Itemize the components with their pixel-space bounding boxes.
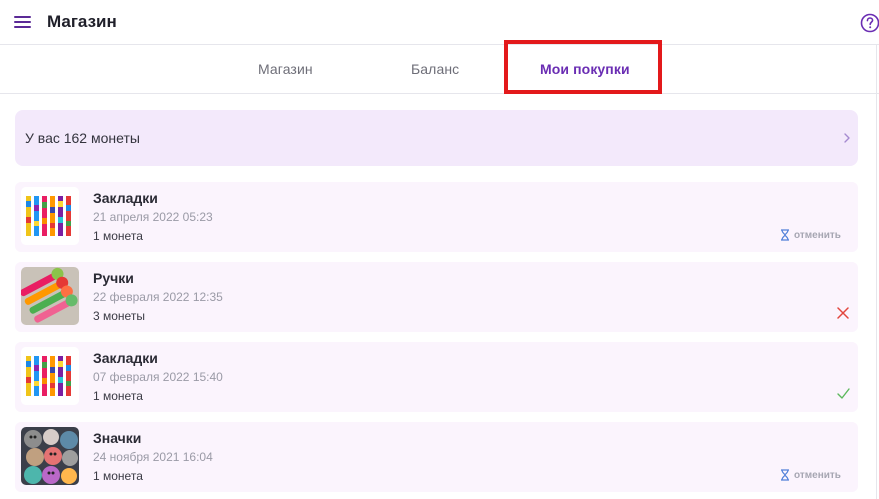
purchase-item: Закладки 21 апреля 2022 05:23 1 монета о… [15, 182, 858, 252]
shop-app: Магазин Магазин Баланс Мои покупки У вас… [0, 0, 879, 499]
purchase-date: 07 февраля 2022 15:40 [93, 370, 223, 384]
purchase-item: Закладки 07 февраля 2022 15:40 1 монета [15, 342, 858, 412]
product-image-badges [21, 427, 79, 485]
page-title: Магазин [47, 12, 117, 31]
cancel-button[interactable]: отменить [780, 468, 841, 482]
tab-balance[interactable]: Баланс [411, 61, 459, 77]
purchase-name: Закладки [93, 190, 158, 206]
purchase-date: 21 апреля 2022 05:23 [93, 210, 213, 224]
right-divider [876, 45, 877, 499]
purchase-item: Ручки 22 февраля 2022 12:35 3 монеты [15, 262, 858, 332]
cancel-label: отменить [794, 229, 841, 241]
purchase-name: Ручки [93, 270, 134, 286]
hourglass-icon [781, 469, 789, 481]
product-image-bookmarks [21, 187, 79, 245]
tab-bar: Магазин Баланс Мои покупки [0, 45, 879, 94]
cancel-button[interactable]: отменить [780, 228, 841, 242]
purchase-price: 3 монеты [93, 309, 145, 323]
tab-shop[interactable]: Магазин [258, 61, 313, 77]
purchase-date: 22 февраля 2022 12:35 [93, 290, 223, 304]
rejected-x-icon [837, 307, 849, 319]
hourglass-icon [781, 229, 789, 241]
product-image-bookmarks [21, 347, 79, 405]
cancel-label: отменить [794, 469, 841, 481]
chevron-right-icon [844, 133, 850, 143]
purchase-price: 1 монета [93, 389, 143, 403]
coins-balance-text: У вас 162 монеты [25, 130, 140, 146]
help-icon[interactable] [860, 13, 879, 33]
tab-my-purchases[interactable]: Мои покупки [540, 61, 630, 77]
hamburger-menu-icon[interactable] [14, 15, 31, 29]
completed-check-icon [837, 388, 850, 399]
active-tab-indicator [512, 91, 658, 93]
purchase-name: Закладки [93, 350, 158, 366]
purchase-item: Значки 24 ноября 2021 16:04 1 монета отм… [15, 422, 858, 492]
purchase-date: 24 ноября 2021 16:04 [93, 450, 213, 464]
purchase-name: Значки [93, 430, 142, 446]
coins-balance-banner[interactable]: У вас 162 монеты [15, 110, 858, 166]
purchase-price: 1 монета [93, 229, 143, 243]
purchase-price: 1 монета [93, 469, 143, 483]
product-image-pens [21, 267, 79, 325]
app-header: Магазин [0, 0, 879, 45]
